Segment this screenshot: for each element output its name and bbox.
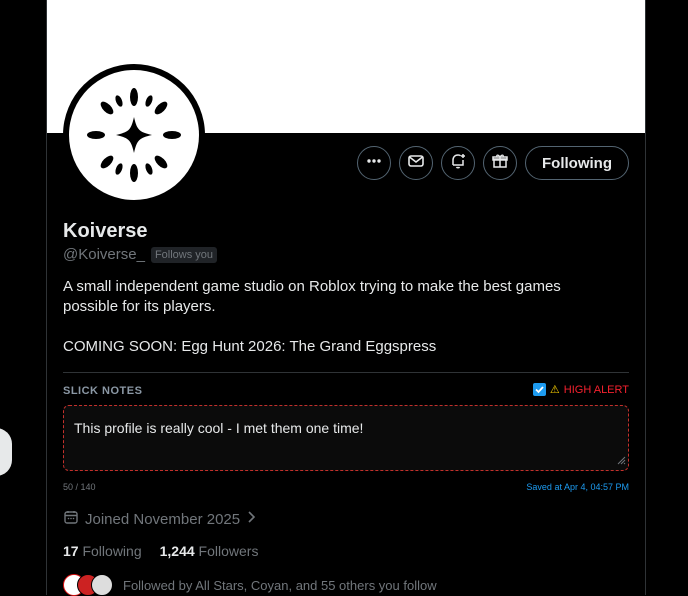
- message-button[interactable]: [399, 146, 434, 180]
- side-scroll-handle[interactable]: [0, 428, 12, 476]
- gift-icon: [491, 152, 509, 175]
- notes-counter: 50 / 140: [63, 482, 96, 492]
- bio-line: COMING SOON: Egg Hunt 2026: The Grand Eg…: [63, 338, 437, 355]
- follow-stats: 17 Following 1,244 Followers: [63, 543, 258, 559]
- high-alert-checkbox[interactable]: [532, 383, 546, 396]
- profile-name: Koiverse: [63, 220, 148, 242]
- bio-line: A small independent game studio on Roblo…: [63, 278, 561, 315]
- more-button[interactable]: [357, 146, 392, 180]
- following-button[interactable]: Following: [525, 146, 629, 180]
- followed-by-avatars: [63, 574, 117, 596]
- high-alert-label: HIGH ALERT: [563, 383, 629, 396]
- more-horizontal-icon: [365, 152, 383, 175]
- avatar: [91, 574, 113, 596]
- notes-text: This profile is really cool - I met them…: [74, 420, 364, 436]
- profile-handle: @Koiverse_: [63, 246, 145, 263]
- following-link[interactable]: 17 Following: [63, 543, 142, 559]
- calendar-icon: [63, 509, 79, 529]
- notes-textarea[interactable]: This profile is really cool - I met them…: [63, 405, 629, 471]
- koiverse-logo: [69, 70, 199, 200]
- gift-button[interactable]: [483, 146, 518, 180]
- notes-title: SLICK NOTES: [63, 385, 143, 397]
- notes-saved-time: Saved at Apr 4, 04:57 PM: [526, 482, 629, 492]
- follows-you-badge: Follows you: [150, 246, 218, 263]
- avatar[interactable]: [63, 64, 205, 206]
- bell-plus-icon: [449, 152, 467, 175]
- notify-button[interactable]: [441, 146, 476, 180]
- resize-handle-icon[interactable]: [616, 452, 626, 468]
- handle-row: @Koiverse_ Follows you: [63, 246, 218, 263]
- joined-date: Joined November 2025: [63, 509, 256, 529]
- followers-link[interactable]: 1,244 Followers: [160, 543, 259, 559]
- profile-bio: A small independent game studio on Roblo…: [63, 277, 603, 357]
- chevron-right-icon[interactable]: [246, 510, 256, 528]
- followed-by[interactable]: Followed by All Stars, Coyan, and 55 oth…: [63, 574, 437, 596]
- profile-column: Following Koiverse @Koiverse_ Follows yo…: [46, 0, 646, 596]
- envelope-icon: [407, 152, 425, 175]
- joined-text: Joined November 2025: [85, 510, 241, 528]
- warning-icon: ⚠: [549, 384, 560, 396]
- divider: [63, 372, 629, 373]
- high-alert-toggle[interactable]: ⚠ HIGH ALERT: [532, 383, 629, 396]
- followed-by-text: Followed by All Stars, Coyan, and 55 oth…: [123, 577, 437, 593]
- profile-actions: Following: [357, 146, 629, 180]
